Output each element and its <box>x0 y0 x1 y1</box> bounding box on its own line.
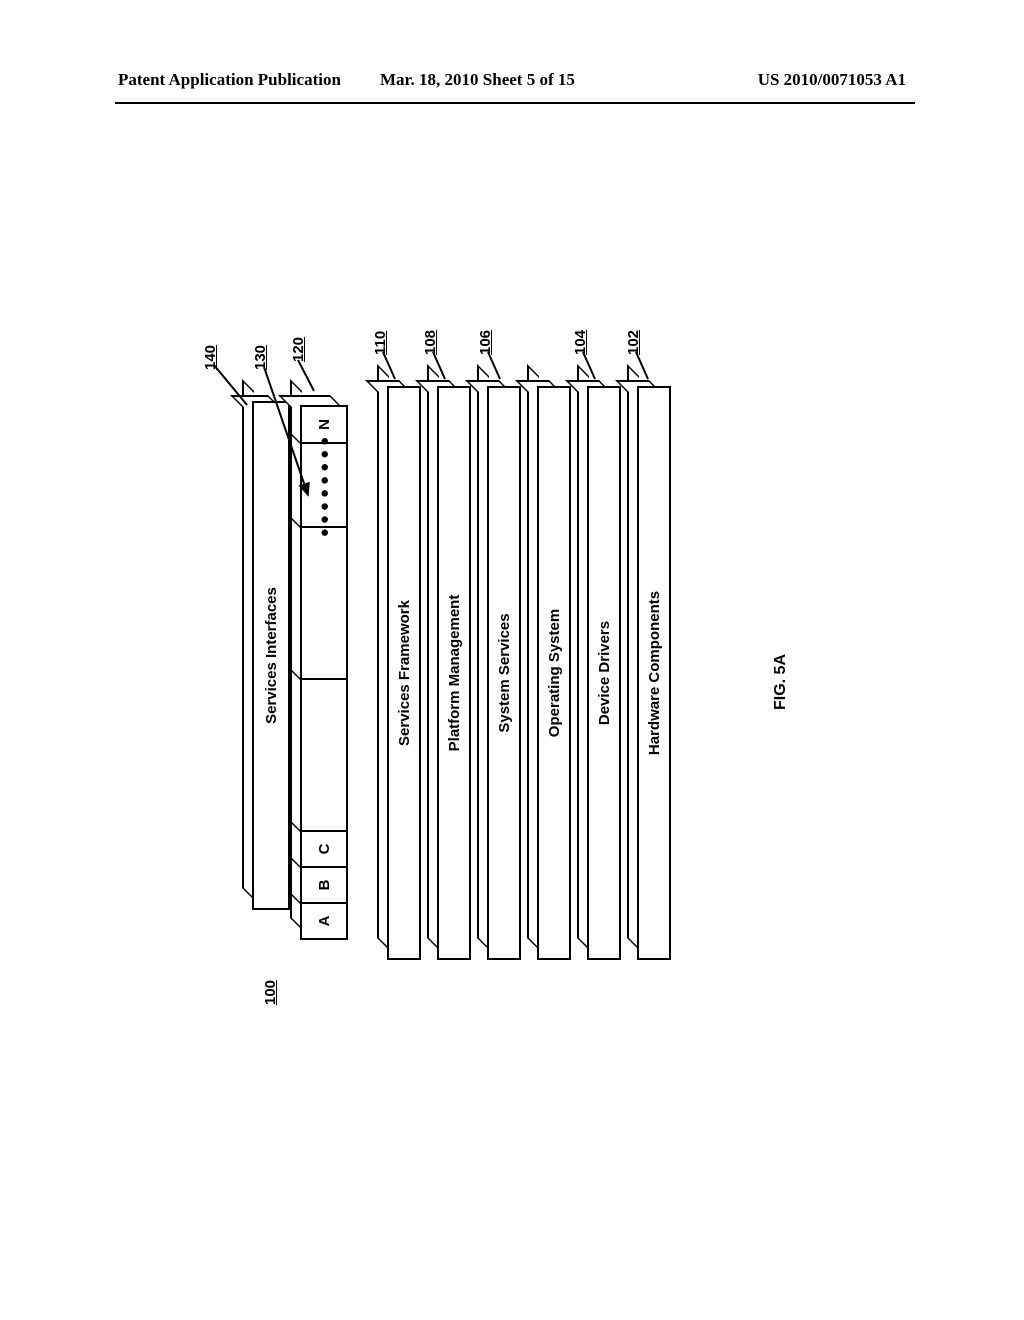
lead-104 <box>580 347 598 382</box>
layer-system-services: System Services <box>487 390 517 960</box>
service-cell-gap2 <box>300 528 348 680</box>
service-cell-gap1 <box>300 680 348 832</box>
layer-label: Services Interfaces <box>263 587 280 724</box>
lead-106 <box>485 347 503 382</box>
layer-platform-management: Platform Management <box>437 390 467 960</box>
service-cell-a: A <box>300 904 348 940</box>
layer-device-drivers: Device Drivers <box>587 390 617 960</box>
layer-operating-system: Operating System <box>537 390 567 960</box>
header-left: Patent Application Publication <box>118 70 341 90</box>
lead-102 <box>633 347 651 382</box>
lead-108 <box>430 347 448 382</box>
layer-label: System Services <box>496 613 513 732</box>
header-rule <box>115 102 915 104</box>
layer-label: Operating System <box>546 609 563 737</box>
layer-label: Services Framework <box>396 600 413 746</box>
header-center: Mar. 18, 2010 Sheet 5 of 15 <box>380 70 575 90</box>
layer-hardware-components: Hardware Components <box>637 390 667 960</box>
lead-140 <box>212 360 252 410</box>
layer-label: Device Drivers <box>596 621 613 725</box>
ellipsis-icon: ●●●●●●●● <box>316 433 333 537</box>
layer-label: Platform Management <box>446 595 463 752</box>
service-cell-b: B <box>300 868 348 904</box>
layer-services-framework: Services Framework <box>387 390 417 960</box>
lead-110 <box>380 347 398 382</box>
page-header: Patent Application Publication Mar. 18, … <box>0 70 1024 100</box>
patent-page: Patent Application Publication Mar. 18, … <box>0 0 1024 1320</box>
ref-100: 100 <box>262 980 279 1005</box>
header-right: US 2010/0071053 A1 <box>758 70 906 90</box>
layer-label: Hardware Components <box>646 591 663 755</box>
figure-caption: FIG. 5A <box>772 654 790 710</box>
service-cell-c: C <box>300 832 348 868</box>
lead-120 <box>294 355 319 395</box>
